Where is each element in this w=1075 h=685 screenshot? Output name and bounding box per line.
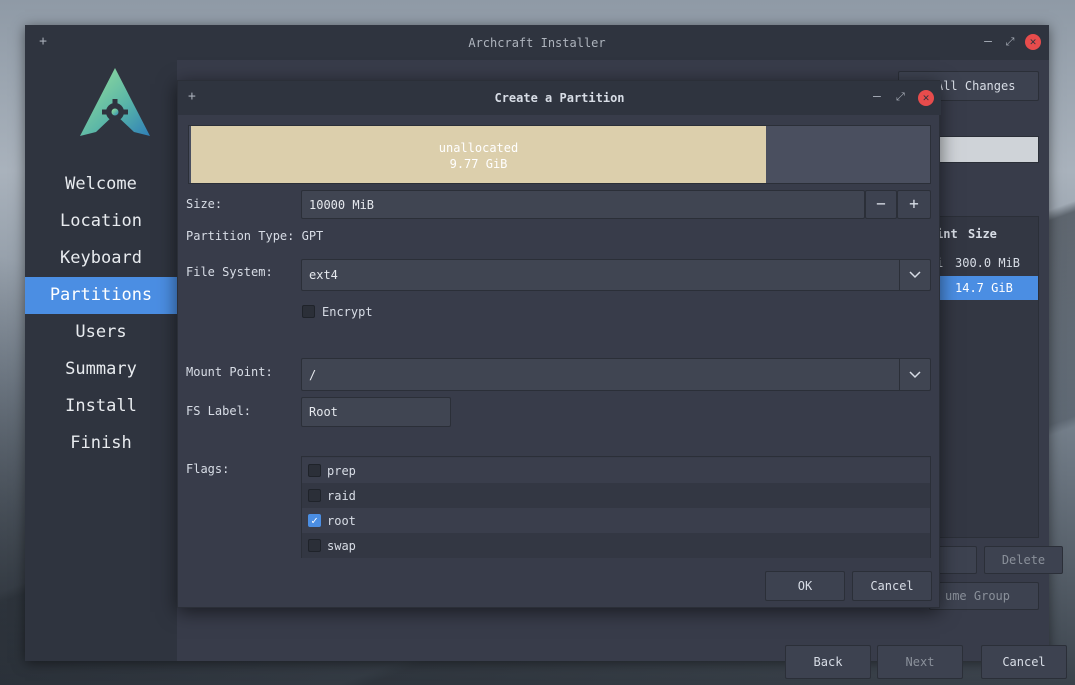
list-item[interactable]: ✓ root: [302, 508, 930, 533]
volume-group-button[interactable]: ume Group: [929, 582, 1039, 610]
flag-name: root: [327, 514, 356, 528]
dialog-title: Create a Partition: [494, 91, 625, 105]
flag-name: prep: [327, 464, 356, 478]
flag-name: swap: [327, 539, 356, 553]
row-size: 14.7 GiB: [955, 281, 1013, 295]
minimize-icon[interactable]: –: [873, 89, 881, 104]
sidebar-item-finish[interactable]: Finish: [25, 425, 177, 462]
partition-preview-bar: unallocated 9.77 GiB: [188, 125, 931, 184]
flag-checkbox[interactable]: [308, 539, 321, 552]
pin-icon[interactable]: +: [35, 34, 51, 50]
encrypt-label: Encrypt: [322, 305, 373, 319]
flag-name: raid: [327, 489, 356, 503]
cancel-button[interactable]: Cancel: [981, 645, 1067, 679]
increase-size-button[interactable]: +: [897, 190, 931, 219]
column-header-size: Size: [968, 227, 997, 241]
table-row[interactable]: i 300.0 MiB: [930, 251, 1038, 275]
mount-point-combo[interactable]: /: [301, 358, 931, 391]
pin-icon[interactable]: +: [188, 89, 196, 104]
sidebar-item-summary[interactable]: Summary: [25, 351, 177, 388]
next-button[interactable]: Next: [877, 645, 963, 679]
list-item[interactable]: prep: [302, 458, 930, 483]
archcraft-logo: [80, 68, 150, 136]
ok-button[interactable]: OK: [765, 571, 845, 601]
create-partition-dialog: + Create a Partition – ⤢ ✕ unallocated 9…: [177, 80, 941, 608]
close-icon[interactable]: ✕: [1025, 34, 1041, 50]
maximize-icon[interactable]: ⤢: [1002, 34, 1018, 50]
maximize-icon[interactable]: ⤢: [896, 90, 905, 104]
flag-checkbox[interactable]: [308, 489, 321, 502]
file-system-label: File System:: [186, 265, 273, 279]
mount-point-label: Mount Point:: [186, 365, 273, 379]
disk-usage-bar: [937, 136, 1039, 163]
back-button[interactable]: Back: [785, 645, 871, 679]
unallocated-segment: unallocated 9.77 GiB: [191, 126, 766, 183]
decrease-size-button[interactable]: −: [865, 190, 897, 219]
table-row-selected[interactable]: 14.7 GiB: [930, 276, 1038, 300]
fs-label-label: FS Label:: [186, 404, 252, 418]
flag-checkbox[interactable]: [308, 464, 321, 477]
close-icon[interactable]: ✕: [918, 90, 934, 106]
row-size: 300.0 MiB: [955, 256, 1021, 270]
chevron-down-icon[interactable]: [899, 260, 930, 290]
sidebar-item-welcome[interactable]: Welcome: [25, 166, 177, 203]
fs-label-input[interactable]: Root: [301, 397, 451, 427]
sidebar-item-location[interactable]: Location: [25, 203, 177, 240]
sidebar-item-partitions[interactable]: Partitions: [25, 277, 177, 314]
segment-size: 9.77 GiB: [449, 157, 508, 171]
mount-point-value: /: [309, 367, 317, 382]
segment-name: unallocated: [438, 141, 519, 155]
minimize-icon[interactable]: –: [980, 34, 996, 50]
partition-table[interactable]: int Size i 300.0 MiB 14.7 GiB: [929, 216, 1039, 538]
sidebar-item-install[interactable]: Install: [25, 388, 177, 425]
size-label: Size:: [186, 197, 223, 211]
sidebar-item-keyboard[interactable]: Keyboard: [25, 240, 177, 277]
partition-type-label: Partition Type: GPT: [186, 229, 324, 243]
dialog-cancel-button[interactable]: Cancel: [852, 571, 932, 601]
flags-label: Flags:: [186, 462, 230, 476]
file-system-select[interactable]: ext4: [301, 259, 931, 291]
window-titlebar[interactable]: + Archcraft Installer – ⤢ ✕: [25, 25, 1049, 60]
delete-button[interactable]: Delete: [984, 546, 1063, 574]
window-title: Archcraft Installer: [468, 35, 606, 50]
encrypt-checkbox[interactable]: [302, 305, 315, 318]
size-input[interactable]: 10000 MiB: [301, 190, 865, 219]
list-item[interactable]: swap: [302, 533, 930, 558]
list-item[interactable]: raid: [302, 483, 930, 508]
file-system-value: ext4: [309, 268, 338, 282]
flag-checkbox-checked[interactable]: ✓: [308, 514, 321, 527]
sidebar-item-users[interactable]: Users: [25, 314, 177, 351]
chevron-down-icon[interactable]: [899, 359, 930, 390]
sidebar: Welcome Location Keyboard Partitions Use…: [25, 60, 177, 661]
flags-list[interactable]: prep raid ✓ root swap: [301, 456, 931, 558]
dialog-titlebar[interactable]: + Create a Partition – ⤢ ✕: [178, 81, 941, 115]
